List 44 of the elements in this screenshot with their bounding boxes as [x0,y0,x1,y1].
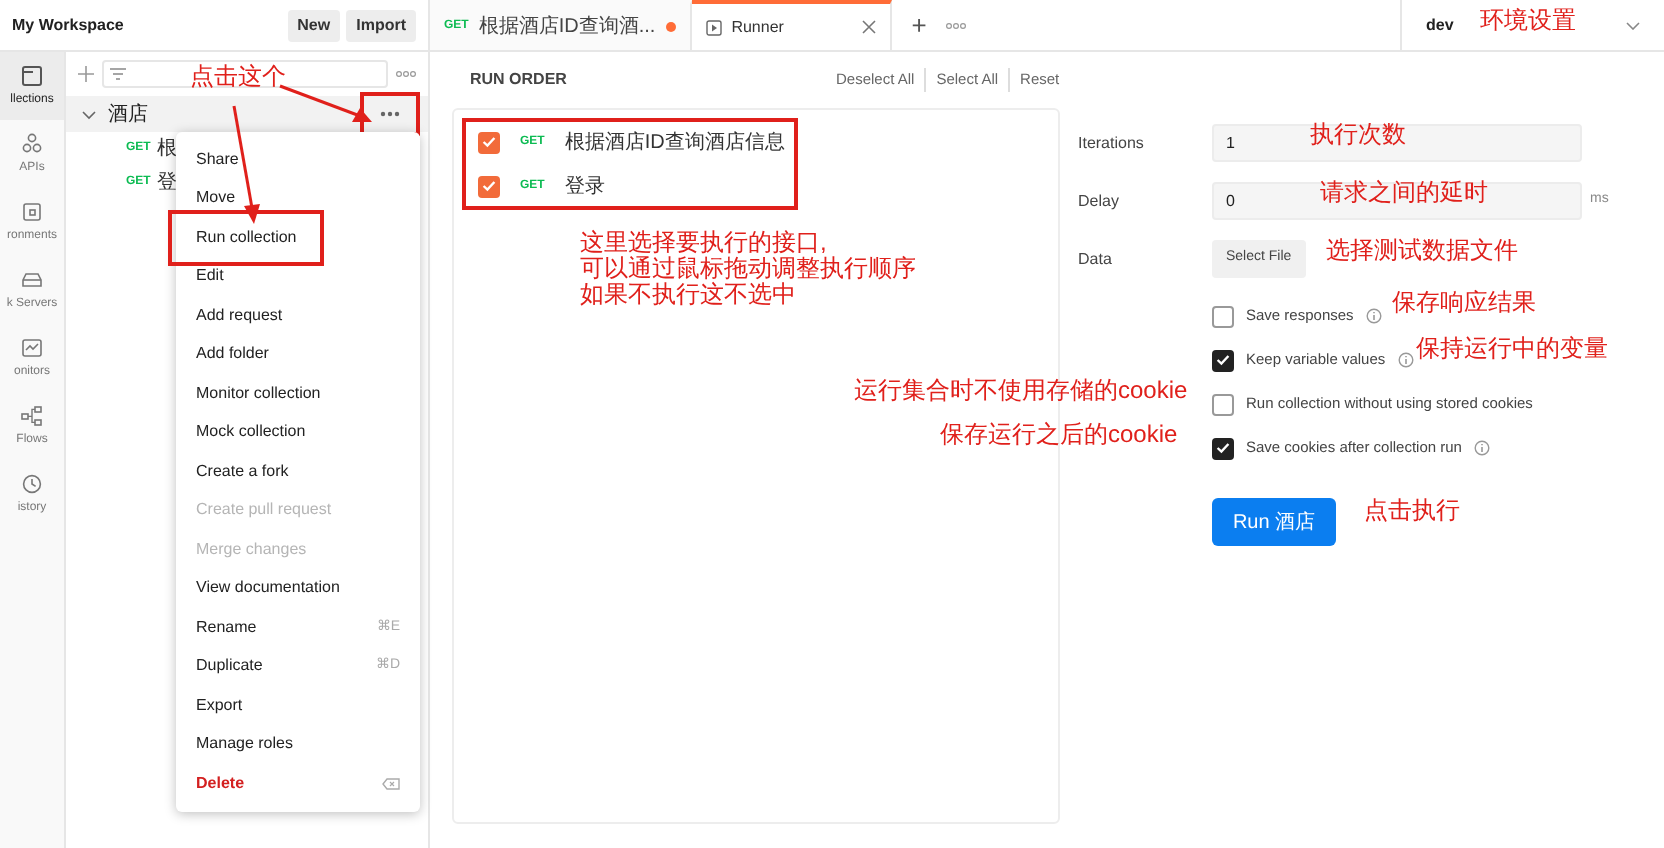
tab[interactable]: Runner [691,0,892,50]
request-name: 根据酒店ID查询酒店信息 [564,129,785,157]
annotation-text: 执行次数 [1310,122,1406,148]
field-label: Iterations [1078,131,1146,155]
menu-item[interactable]: Delete [184,764,412,803]
workspace-title: My Workspace [12,13,126,37]
request-name[interactable]: 登 [156,168,177,198]
annotation-text: 这里选择要执行的接口, [580,230,827,256]
section-title: RUN ORDER [470,68,569,92]
annotation-text: 保存运行之后的cookie [940,422,1178,448]
menu-item[interactable]: Monitor collection [184,374,333,413]
request-name[interactable]: 根 [156,134,177,164]
field-label: Delay [1078,189,1121,213]
menu-item[interactable]: Share [184,140,251,179]
request-name: 登录 [564,173,605,201]
menu-item[interactable]: Add folder [184,335,281,374]
annotation-text: 环境设置 [1480,8,1576,34]
menu-item[interactable]: Edit [184,257,236,296]
collection-name: 酒店 [108,101,148,129]
collection-row[interactable]: 酒店 [66,96,428,132]
menu-item[interactable]: Add request [184,296,295,335]
annotation-text: 运行集合时不使用存储的cookie [854,378,1188,404]
menu-item[interactable]: Export [184,686,255,725]
tab-label: Runner [731,15,786,39]
annotation-text: 点击这个 [190,64,286,90]
menu-item[interactable]: Run collection [184,218,309,257]
annotation-text: 如果不执行这不选中 [580,282,796,308]
tab-label: 根据酒店ID查询酒... [478,13,656,42]
menu-item[interactable]: Move [184,179,248,218]
menu-item[interactable]: View documentation [184,569,352,608]
toolbar-button[interactable]: Import [346,9,416,41]
annotation-text: 请求之间的延时 [1320,180,1488,206]
toolbar-button[interactable]: New [287,9,341,41]
menu-item[interactable]: Manage roles [184,725,305,764]
annotation-text: 点击执行 [1364,498,1460,524]
annotation-text: 保持运行中的变量 [1416,336,1608,362]
field-label: Data [1078,247,1114,271]
annotation-text: 可以通过鼠标拖动调整执行顺序 [580,256,916,282]
annotation-text: 选择测试数据文件 [1326,238,1518,264]
annotation-text: 保存响应结果 [1392,290,1536,316]
run-button[interactable]: Run 酒店 [1212,498,1336,546]
menu-item[interactable]: Create a fork [184,452,301,491]
new-tab-button[interactable]: + [911,5,927,45]
menu-item[interactable]: Mock collection [184,413,318,452]
